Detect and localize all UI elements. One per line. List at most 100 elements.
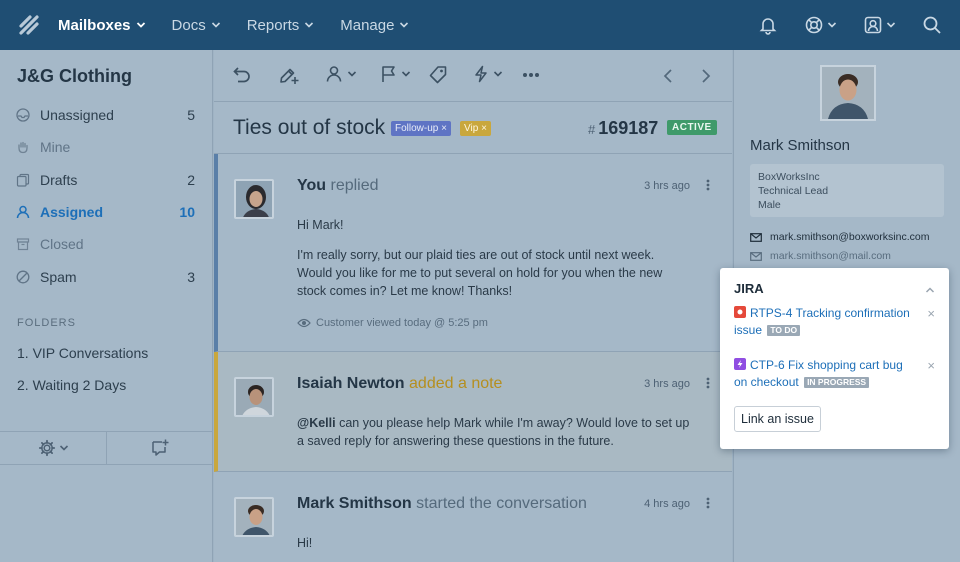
user-icon xyxy=(16,205,30,219)
nav-mailboxes-label: Mailboxes xyxy=(58,16,131,34)
sidebar-item-drafts[interactable]: Drafts 2 xyxy=(0,164,213,196)
thread-menu-button[interactable] xyxy=(706,496,710,514)
remove-issue-button[interactable]: × xyxy=(927,358,935,373)
mailbox-settings-button[interactable] xyxy=(0,432,107,464)
help-menu-button[interactable] xyxy=(804,15,837,35)
mailbox-title[interactable]: J&G Clothing xyxy=(17,66,132,87)
hash-symbol: # xyxy=(588,122,596,137)
thread-menu-button[interactable] xyxy=(706,376,710,394)
more-dots-icon xyxy=(523,73,539,77)
folders-heading: FOLDERS xyxy=(17,317,76,329)
sidebar-item-spam[interactable]: Spam 3 xyxy=(0,261,213,293)
avatar xyxy=(234,497,274,537)
reply-button[interactable] xyxy=(232,65,252,85)
sidebar-item-mine[interactable]: Mine xyxy=(0,131,213,163)
envelope-icon xyxy=(750,251,762,261)
sidebar-item-label: Mine xyxy=(40,139,71,155)
vertical-dots-icon xyxy=(706,377,710,389)
thread-action: started the conversation xyxy=(416,495,587,512)
nav-reports[interactable]: Reports xyxy=(247,17,315,34)
conversation-subject[interactable]: Ties out of stock xyxy=(233,116,385,140)
tag-remove-icon[interactable]: × xyxy=(481,123,487,134)
spam-icon xyxy=(16,270,30,284)
jira-issue-ctp-6[interactable]: CTP-6 Fix shopping cart bug on checkout … xyxy=(734,357,919,391)
conversation-number-value: 169187 xyxy=(598,118,659,138)
folder-count: 3 xyxy=(187,269,195,285)
tag-label: Vip xyxy=(464,123,479,134)
sidebar-item-waiting-2-days[interactable]: 2. Waiting 2 Days xyxy=(17,377,126,393)
mention[interactable]: @Kelli xyxy=(297,416,336,430)
chevron-down-icon xyxy=(211,22,220,28)
eye-icon xyxy=(297,318,311,328)
sidebar-item-vip-conversations[interactable]: 1. VIP Conversations xyxy=(17,345,148,361)
issue-status-badge: IN PROGRESS xyxy=(804,377,870,388)
user-account-icon xyxy=(864,16,882,34)
thread-body-text: I'm really sorry, but our plaid ties are… xyxy=(297,248,663,298)
nav-mailboxes[interactable]: Mailboxes xyxy=(58,17,146,34)
conversation-header: Ties out of stock Follow-up × Vip × #169… xyxy=(214,102,732,154)
issue-status-badge: TO DO xyxy=(767,325,801,336)
link-issue-button[interactable]: Link an issue xyxy=(734,406,821,432)
thread-menu-button[interactable] xyxy=(706,178,710,196)
avatar xyxy=(234,179,274,219)
thread-item-note: Isaiah Newton added a note 3 hrs ago @Ke… xyxy=(214,352,732,472)
nav-docs[interactable]: Docs xyxy=(172,17,221,34)
thread-body-text: Hi! xyxy=(297,536,313,550)
thread-item-customer: Mark Smithson started the conversation 4… xyxy=(214,472,732,562)
tag-button[interactable] xyxy=(428,65,448,85)
hand-icon xyxy=(16,140,30,154)
help-lifebuoy-icon xyxy=(805,16,823,34)
remove-issue-button[interactable]: × xyxy=(927,306,935,321)
top-navigation: Mailboxes Docs Reports Manage xyxy=(0,0,960,50)
status-button[interactable] xyxy=(380,65,411,83)
notifications-button[interactable] xyxy=(758,15,778,35)
previous-conversation-button[interactable] xyxy=(662,68,674,84)
bug-icon xyxy=(734,306,746,318)
sidebar-item-closed[interactable]: Closed xyxy=(0,228,213,260)
nav-manage[interactable]: Manage xyxy=(340,17,409,34)
customer-email-secondary[interactable]: mark.smithson@mail.com xyxy=(750,250,891,262)
author-name: You xyxy=(297,177,327,194)
tag-follow-up[interactable]: Follow-up × xyxy=(391,121,451,136)
reply-icon xyxy=(233,67,250,83)
customer-name[interactable]: Mark Smithson xyxy=(750,137,850,154)
next-conversation-button[interactable] xyxy=(700,68,712,84)
issue-title: RTPS-4 Tracking confirmation issue xyxy=(734,306,910,337)
mailbox-sidebar: J&G Clothing Unassigned 5 Mine Drafts 2 … xyxy=(0,50,213,562)
more-actions-button[interactable] xyxy=(522,72,540,78)
sidebar-item-unassigned[interactable]: Unassigned 5 xyxy=(0,99,213,131)
thread-author: Isaiah Newton added a note xyxy=(297,375,502,393)
chevron-down-icon xyxy=(305,22,314,28)
new-conversation-button[interactable] xyxy=(107,432,213,464)
search-button[interactable] xyxy=(922,15,942,35)
gear-icon xyxy=(38,439,55,457)
nav-manage-label: Manage xyxy=(340,16,395,34)
conversation-pane: Ties out of stock Follow-up × Vip × #169… xyxy=(214,50,732,562)
thread-time: 4 hrs ago xyxy=(644,498,690,510)
folder-count: 10 xyxy=(179,204,195,220)
customer-email-primary[interactable]: mark.smithson@boxworksinc.com xyxy=(750,231,929,243)
sidebar-footer xyxy=(0,431,213,465)
thread-author: You replied xyxy=(297,177,379,195)
chevron-down-icon xyxy=(347,71,357,77)
tag-vip[interactable]: Vip × xyxy=(460,121,491,136)
chevron-down-icon xyxy=(59,445,68,451)
thread-action: replied xyxy=(330,177,379,194)
thread-action: added a note xyxy=(409,375,503,392)
chevron-down-icon xyxy=(886,22,896,28)
avatar xyxy=(234,377,274,417)
add-note-button[interactable] xyxy=(278,65,300,85)
collapse-button[interactable] xyxy=(925,281,935,299)
sidebar-item-label: Assigned xyxy=(40,204,104,220)
jira-issue-rtps-4[interactable]: RTPS-4 Tracking confirmation issue TO DO xyxy=(734,305,919,339)
search-icon xyxy=(923,16,941,34)
assign-button[interactable] xyxy=(326,65,357,83)
workflow-button[interactable] xyxy=(472,65,503,83)
note-text: can you please help Mark while I'm away?… xyxy=(297,416,690,448)
sidebar-item-assigned[interactable]: Assigned 10 xyxy=(0,196,213,228)
customer-title: Technical Lead xyxy=(758,185,829,197)
account-menu-button[interactable] xyxy=(863,15,896,35)
helpscout-logo-icon[interactable] xyxy=(0,0,58,50)
tag-remove-icon[interactable]: × xyxy=(441,123,447,134)
thread-time: 3 hrs ago xyxy=(644,378,690,390)
